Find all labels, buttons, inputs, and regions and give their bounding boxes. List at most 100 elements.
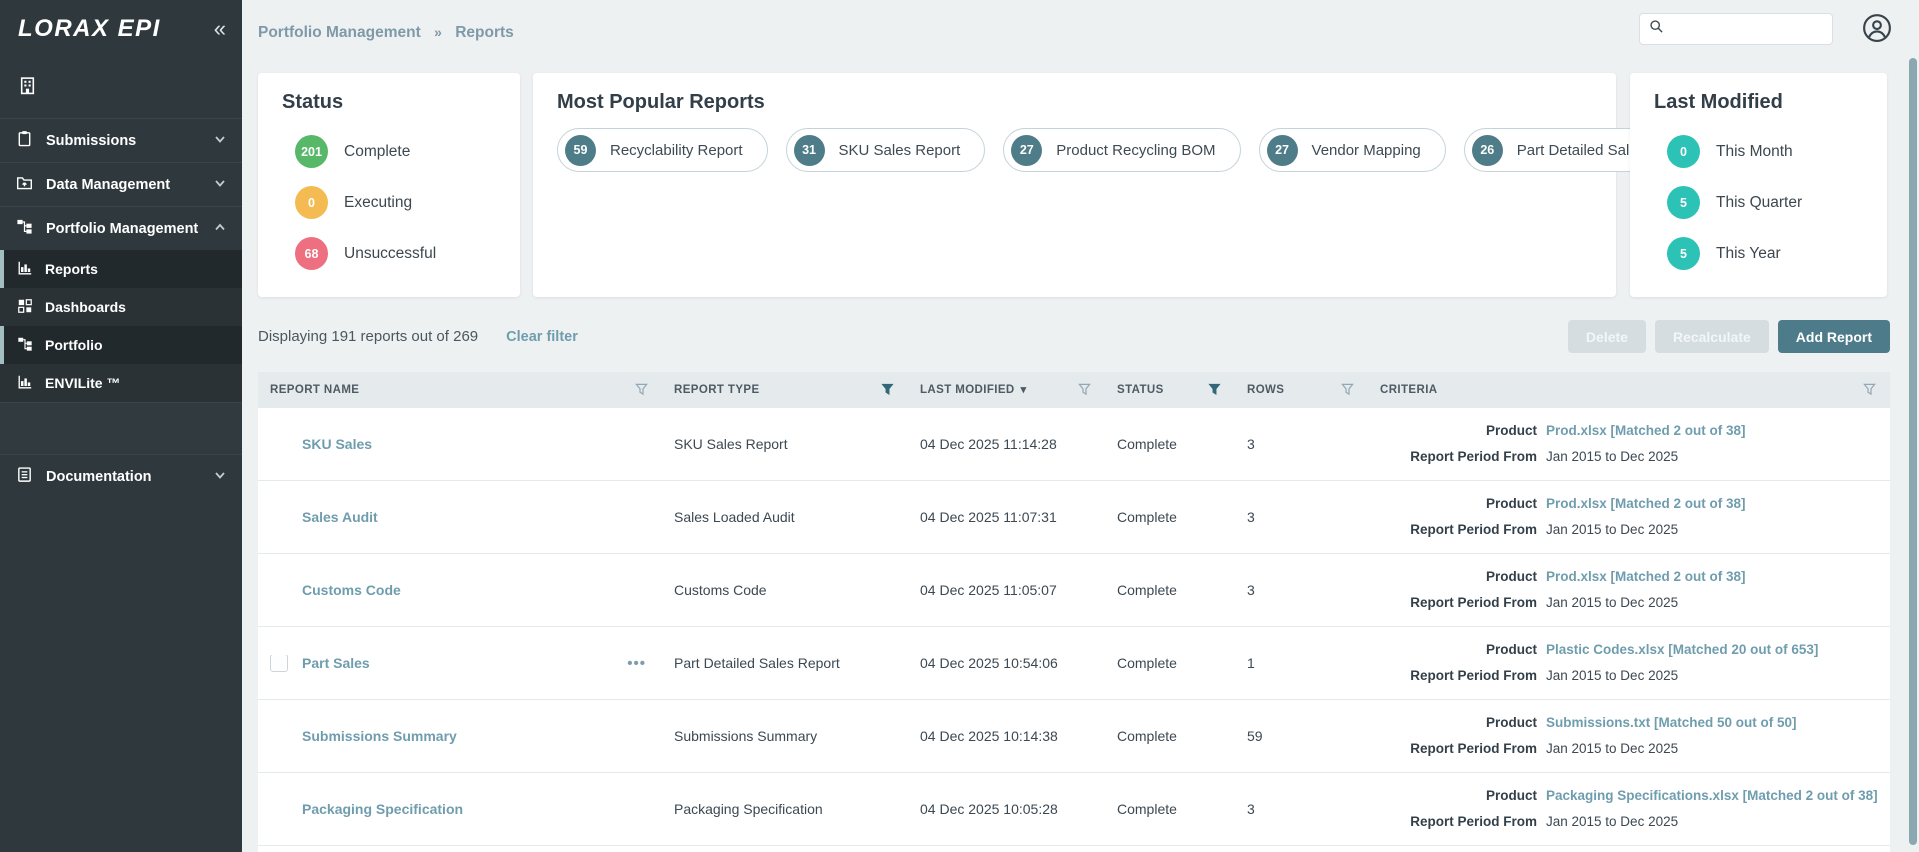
criteria-cell: ProductProd.xlsx [Matched 2 out of 38] R… <box>1368 495 1890 539</box>
filter-icon[interactable] <box>1341 383 1354 396</box>
sidebar-item-submissions[interactable]: Submissions <box>0 118 242 162</box>
status-executing-row[interactable]: 0 Executing <box>295 177 496 228</box>
status-complete-row[interactable]: 201 Complete <box>295 126 496 177</box>
column-header-last-modified[interactable]: LAST MODIFIED ▾ <box>908 372 1105 407</box>
sidebar-collapse-icon[interactable]: « <box>214 18 226 40</box>
rows-cell: 3 <box>1235 801 1368 817</box>
status-unsuccessful-count-badge: 68 <box>295 237 328 270</box>
popular-report-pill[interactable]: 27 Vendor Mapping <box>1259 128 1446 172</box>
table-row[interactable]: Part Sales ••• Part Detailed Sales Repor… <box>258 626 1890 699</box>
status-cell: Complete <box>1105 801 1235 817</box>
report-name-link[interactable]: Customs Code <box>302 582 401 598</box>
row-checkbox[interactable] <box>270 655 288 672</box>
this-month-count-badge: 0 <box>1667 135 1700 168</box>
report-name-link[interactable]: Submissions Summary <box>302 728 457 744</box>
filter-icon[interactable] <box>635 383 648 396</box>
filter-icon[interactable] <box>1078 383 1091 396</box>
popular-count-badge: 26 <box>1472 135 1503 166</box>
chevron-down-icon <box>214 469 226 485</box>
column-header-rows[interactable]: ROWS <box>1235 372 1368 407</box>
report-name-link[interactable]: Sales Audit <box>302 509 378 525</box>
search-icon <box>1649 19 1664 39</box>
table-row[interactable]: Customs Code Customs Code 04 Dec 2025 11… <box>258 553 1890 626</box>
column-header-criteria[interactable]: CRITERIA <box>1368 372 1890 407</box>
criteria-cell: ProductPlastic Codes.xlsx [Matched 20 ou… <box>1368 641 1890 685</box>
account-icon[interactable] <box>1862 13 1892 43</box>
table-row[interactable]: Sales Audit Sales Loaded Audit 04 Dec 20… <box>258 480 1890 553</box>
filter-active-icon[interactable] <box>1208 383 1221 396</box>
status-cell: Complete <box>1105 436 1235 452</box>
chevron-down-icon <box>214 133 226 149</box>
report-name-link[interactable]: Part Sales <box>302 655 370 671</box>
add-report-button[interactable]: Add Report <box>1778 320 1890 353</box>
top-bar: Portfolio Management » Reports <box>242 0 1919 56</box>
last-modified-this-quarter-row[interactable]: 5 This Quarter <box>1667 177 1863 228</box>
row-menu-icon[interactable]: ••• <box>627 655 650 672</box>
last-modified-cell: 04 Dec 2025 11:07:31 <box>908 509 1105 525</box>
breadcrumb-separator-icon: » <box>434 24 442 40</box>
sidebar-item-documentation[interactable]: Documentation <box>0 454 242 498</box>
table-row[interactable]: SKU Sales SKU Sales Report 04 Dec 2025 1… <box>258 407 1890 480</box>
criteria-product-link[interactable]: Packaging Specifications.xlsx [Matched 2… <box>1546 787 1878 805</box>
last-modified-this-year-row[interactable]: 5 This Year <box>1667 228 1863 279</box>
sitemap-icon <box>16 218 33 239</box>
popular-count-badge: 31 <box>794 135 825 166</box>
last-modified-cell: 04 Dec 2025 10:05:28 <box>908 801 1105 817</box>
criteria-product-link[interactable]: Submissions.txt [Matched 50 out of 50] <box>1546 714 1797 732</box>
sidebar-item-dashboards[interactable]: Dashboards <box>0 288 242 326</box>
sidebar-item-portfolio[interactable]: Portfolio <box>0 326 242 364</box>
last-modified-cell: 04 Dec 2025 10:14:38 <box>908 728 1105 744</box>
chevron-up-icon <box>214 221 226 237</box>
criteria-product-link[interactable]: Prod.xlsx [Matched 2 out of 38] <box>1546 495 1746 513</box>
column-header-report-type[interactable]: REPORT TYPE <box>662 372 908 407</box>
report-name-link[interactable]: Packaging Specification <box>302 801 463 817</box>
delete-button[interactable]: Delete <box>1568 320 1646 353</box>
table-row[interactable]: Submissions Summary Submissions Summary … <box>258 699 1890 772</box>
popular-report-pill[interactable]: 31 SKU Sales Report <box>786 128 986 172</box>
table-row[interactable]: Packaging Specification Packaging Specif… <box>258 772 1890 845</box>
sidebar-item-label: Portfolio <box>45 337 103 353</box>
sidebar-spacer <box>0 402 242 454</box>
sidebar-item-portfolio-management[interactable]: Portfolio Management <box>0 206 242 250</box>
tenant-row[interactable] <box>0 58 242 118</box>
report-type-cell: Submissions Summary <box>662 728 908 744</box>
criteria-product-link[interactable]: Plastic Codes.xlsx [Matched 20 out of 65… <box>1546 641 1818 659</box>
table-toolbar: Displaying 191 reports out of 269 Clear … <box>258 320 1890 353</box>
scrollbar-thumb[interactable] <box>1909 58 1917 845</box>
filter-icon[interactable] <box>1863 383 1876 396</box>
status-cell: Complete <box>1105 655 1235 671</box>
popular-report-pill[interactable]: 59 Recyclability Report <box>557 128 768 172</box>
filter-active-icon[interactable] <box>881 383 894 396</box>
rows-cell: 3 <box>1235 582 1368 598</box>
this-quarter-count-badge: 5 <box>1667 186 1700 219</box>
this-year-count-badge: 5 <box>1667 237 1700 270</box>
bar-chart-icon <box>17 374 33 393</box>
sidebar-item-data-management[interactable]: Data Management <box>0 162 242 206</box>
breadcrumb-current: Reports <box>455 24 514 41</box>
building-icon <box>18 76 37 100</box>
column-header-report-name[interactable]: REPORT NAME <box>258 372 662 407</box>
clear-filter-link[interactable]: Clear filter <box>506 329 578 345</box>
criteria-product-link[interactable]: Prod.xlsx [Matched 2 out of 38] <box>1546 422 1746 440</box>
sidebar-item-envilite[interactable]: ENVILite ™ <box>0 364 242 402</box>
status-card-title: Status <box>282 91 496 117</box>
rows-cell: 59 <box>1235 728 1368 744</box>
last-modified-this-month-row[interactable]: 0 This Month <box>1667 126 1863 177</box>
criteria-product-link[interactable]: Prod.xlsx [Matched 2 out of 38] <box>1546 568 1746 586</box>
page-scrollbar <box>1907 0 1919 852</box>
bar-chart-icon <box>17 260 33 279</box>
popular-count-badge: 27 <box>1011 135 1042 166</box>
popular-report-pill[interactable]: 27 Product Recycling BOM <box>1003 128 1240 172</box>
search-input[interactable] <box>1671 21 1823 37</box>
sidebar: LORAX EPI « Submissions Data Management … <box>0 0 242 852</box>
breadcrumb-parent[interactable]: Portfolio Management <box>258 24 421 41</box>
recalculate-button[interactable]: Recalculate <box>1655 320 1769 353</box>
sidebar-item-reports[interactable]: Reports <box>0 250 242 288</box>
criteria-cell: ProductPackaging Specifications.xlsx [Ma… <box>1368 787 1890 831</box>
report-type-cell: Packaging Specification <box>662 801 908 817</box>
last-modified-cell: 04 Dec 2025 11:05:07 <box>908 582 1105 598</box>
report-name-link[interactable]: SKU Sales <box>302 436 372 452</box>
column-header-status[interactable]: STATUS <box>1105 372 1235 407</box>
status-unsuccessful-row[interactable]: 68 Unsuccessful <box>295 228 496 279</box>
status-cell: Complete <box>1105 582 1235 598</box>
